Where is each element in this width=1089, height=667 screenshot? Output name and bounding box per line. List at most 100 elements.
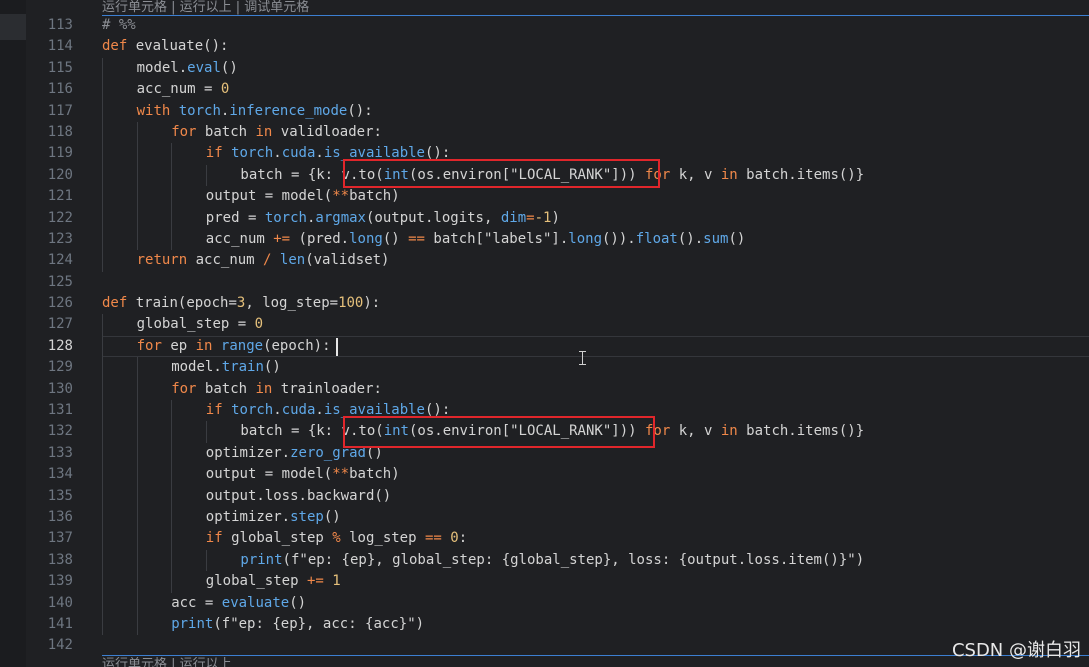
code-lines[interactable]: 113 # %% 114 def evaluate(): 115 model.eval()… [0, 15, 1089, 657]
code-text[interactable]: for batch in trainloader: [171, 379, 382, 400]
line-number: 117 [47, 102, 73, 119]
code-text[interactable]: # %% [102, 15, 136, 36]
code-token: if [205, 530, 223, 547]
code-line[interactable]: 142 [0, 635, 1089, 656]
line-number: 128 [47, 337, 73, 354]
codelens-cell-actions-next[interactable]: 运行单元格 | 运行以上 [102, 657, 232, 667]
code-line[interactable]: 117 with torch.inference_mode(): [0, 100, 1089, 122]
line-number: 119 [47, 145, 73, 162]
mouse-ibeam-icon [579, 351, 586, 365]
code-line[interactable]: 129 model.train() [0, 357, 1089, 379]
code-line[interactable]: 134 output = model(**batch) [0, 464, 1089, 486]
code-token: optimizer. [205, 508, 291, 525]
code-text[interactable]: pred = torch.argmax(output.logits, dim=-… [206, 208, 560, 229]
code-line[interactable]: 137 if global_step % log_step == 0: [0, 528, 1089, 550]
code-token: += [306, 573, 324, 590]
code-token: (f"ep: {ep}, acc: {acc}") [213, 615, 425, 632]
code-text[interactable]: global_step = 0 [137, 314, 263, 335]
code-token: global_step [205, 573, 307, 590]
code-text[interactable]: for batch in validloader: [171, 122, 382, 143]
code-token: if [205, 402, 223, 419]
code-text[interactable]: print(f"ep: {ep}, acc: {acc}") [171, 614, 424, 635]
code-line[interactable]: 138 print(f"ep: {ep}, global_step: {globa… [0, 549, 1089, 572]
code-text[interactable]: acc_num += (pred.long() == batch["labels… [206, 229, 746, 250]
code-text[interactable]: model.eval() [137, 58, 238, 79]
code-line[interactable]: 122 pred = torch.argmax(output.logits, di… [0, 207, 1089, 229]
code-token: (output.logits, [365, 209, 501, 226]
code-line[interactable]: 113 # %% [0, 15, 1089, 36]
code-text[interactable]: output.loss.backward() [206, 486, 391, 507]
code-line[interactable]: 127 global_step = 0 [0, 314, 1089, 336]
code-line[interactable]: 121 output = model(**batch) [0, 186, 1089, 208]
code-line[interactable]: 135 output.loss.backward() [0, 485, 1089, 507]
code-text[interactable]: for ep in range(epoch): [137, 336, 331, 357]
code-token: batch.items()} [737, 166, 865, 183]
code-text[interactable]: output = model(**batch) [206, 186, 400, 207]
code-token: with [136, 102, 171, 119]
code-token: (epoch= [177, 295, 237, 312]
indent-guide [136, 592, 138, 614]
indent-guide [102, 164, 103, 187]
code-token: 0 [254, 316, 264, 333]
code-text[interactable]: def evaluate(): [102, 36, 228, 57]
code-line[interactable]: 141 print(f"ep: {ep}, acc: {acc}") [0, 613, 1089, 636]
indent-guide [102, 143, 103, 165]
code-token: batch.items()} [737, 423, 865, 440]
code-token: () [382, 230, 409, 247]
indent-guide [136, 378, 138, 401]
line-number: 113 [47, 17, 73, 33]
code-line[interactable]: 140 acc = evaluate() [0, 592, 1089, 614]
indent-guide [136, 143, 138, 165]
highlight-box-line-120 [343, 159, 660, 188]
code-token: log_step [340, 530, 425, 547]
code-token: model. [171, 359, 222, 376]
code-token: in [255, 380, 273, 397]
code-text[interactable]: output = model(**batch) [206, 464, 400, 485]
indent-guide [171, 506, 173, 529]
codelens-cell-actions[interactable]: 运行单元格 | 运行以上 | 调试单元格 [102, 0, 309, 15]
code-token: optimizer. [205, 444, 291, 461]
code-token: def [102, 295, 128, 312]
indent-guide [102, 378, 103, 401]
indent-guide [102, 357, 103, 379]
code-line[interactable]: 136 optimizer.step() [0, 506, 1089, 529]
code-line[interactable]: 116 acc_num = 0 [0, 79, 1089, 101]
code-line[interactable]: 114 def evaluate(): [0, 36, 1089, 57]
code-text[interactable]: model.train() [171, 357, 281, 378]
indent-guide [136, 121, 138, 144]
code-token: (epoch): [263, 337, 331, 354]
code-editor[interactable]: 运行单元格 | 运行以上 | 调试单元格 113 # %% 114 def evalu… [0, 0, 1089, 667]
code-text[interactable]: acc = evaluate() [171, 593, 306, 614]
indent-guide [136, 613, 138, 636]
indent-guide [136, 528, 138, 550]
code-text[interactable]: if global_step % log_step == 0: [206, 528, 467, 549]
code-line[interactable]: 139 global_step += 1 [0, 571, 1089, 593]
code-text[interactable]: optimizer.step() [206, 507, 341, 528]
code-token: dim [500, 209, 527, 226]
line-number: 125 [47, 273, 73, 290]
line-number: 124 [47, 252, 73, 269]
indent-guide [136, 549, 138, 572]
code-text[interactable]: print(f"ep: {ep}, global_step: {global_s… [240, 550, 864, 571]
indent-guide [171, 143, 173, 165]
code-line[interactable]: 128 for ep in range(epoch): [0, 335, 1089, 358]
line-number: 140 [47, 594, 73, 611]
code-line[interactable]: 125 [0, 272, 1089, 293]
code-line[interactable]: 130 for batch in trainloader: [0, 378, 1089, 401]
code-token: inference_mode [229, 102, 348, 119]
code-line[interactable]: 124 return acc_num / len(validset) [0, 250, 1089, 272]
code-text[interactable]: global_step += 1 [206, 571, 341, 592]
code-line[interactable]: 123 acc_num += (pred.long() == batch["lab… [0, 228, 1089, 251]
code-line[interactable]: 126 def train(epoch=3, log_step=100): [0, 293, 1089, 314]
code-text[interactable]: def train(epoch=3, log_step=100): [102, 293, 380, 314]
code-text[interactable]: return acc_num / len(validset) [137, 250, 390, 271]
indent-guide [171, 549, 173, 572]
code-text[interactable]: acc_num = 0 [137, 79, 230, 100]
code-line[interactable]: 118 for batch in validloader: [0, 121, 1089, 144]
code-text[interactable]: with torch.inference_mode(): [137, 101, 373, 122]
code-line[interactable]: 115 model.eval() [0, 57, 1089, 80]
code-token: . [315, 145, 324, 162]
code-token: (): [347, 102, 373, 119]
